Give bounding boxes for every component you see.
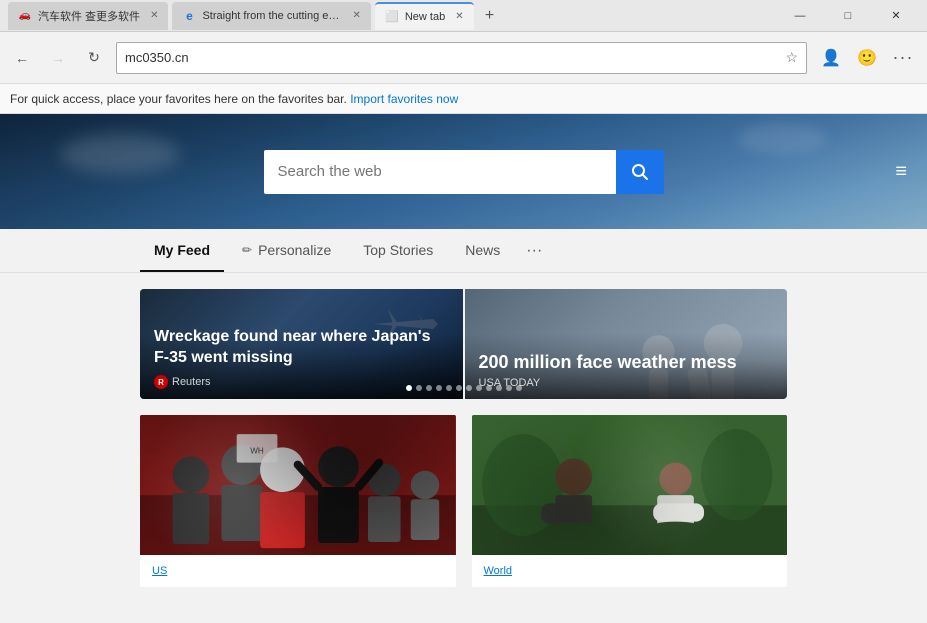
address-icons: ☆ xyxy=(785,49,798,66)
dot-1[interactable] xyxy=(406,385,412,391)
minimize-button[interactable]: — xyxy=(777,0,823,32)
tab-2[interactable]: e Straight from the cutting edge ✕ xyxy=(172,2,370,30)
featured-card-left[interactable]: Wreckage found near where Japan's F-35 w… xyxy=(140,289,463,399)
tab-news[interactable]: News xyxy=(451,229,514,272)
tab-1-favicon: 🚗 xyxy=(18,9,32,23)
my-feed-label: My Feed xyxy=(154,242,210,258)
maximize-button[interactable]: □ xyxy=(825,0,871,32)
tab-1-close[interactable]: ✕ xyxy=(150,10,158,21)
feed-more-button[interactable]: ··· xyxy=(518,242,550,260)
hero-section: ≡ xyxy=(0,114,927,229)
title-bar: 🚗 汽车软件 查更多软件 ✕ e Straight from the cutti… xyxy=(0,0,927,32)
emoji-button[interactable]: 🙂 xyxy=(851,42,883,74)
toolbar-icons: 👤 🙂 ··· xyxy=(815,42,919,74)
news-card-1[interactable]: WH xyxy=(140,415,456,587)
tab-top-stories[interactable]: Top Stories xyxy=(349,229,447,272)
new-tab-button[interactable]: + xyxy=(478,4,502,28)
svg-text:WH: WH xyxy=(250,446,264,455)
dot-2[interactable] xyxy=(416,385,422,391)
top-stories-label: Top Stories xyxy=(363,242,433,258)
search-input[interactable] xyxy=(264,150,616,194)
feed-content: Wreckage found near where Japan's F-35 w… xyxy=(0,273,927,603)
dot-8[interactable] xyxy=(476,385,482,391)
personalize-label: Personalize xyxy=(258,242,331,258)
address-input-wrap: ☆ xyxy=(116,42,807,74)
dot-5[interactable] xyxy=(446,385,452,391)
address-input[interactable] xyxy=(125,50,779,65)
dot-12[interactable] xyxy=(516,385,522,391)
news-card-1-body: US xyxy=(140,555,456,587)
tab-my-feed[interactable]: My Feed xyxy=(140,229,224,272)
news-card-2-body: World xyxy=(472,555,788,587)
search-icon xyxy=(631,163,649,181)
reuters-dot: R xyxy=(154,375,168,389)
more-button[interactable]: ··· xyxy=(887,42,919,74)
crowd-scene: WH xyxy=(140,415,456,555)
tab-2-close[interactable]: ✕ xyxy=(352,10,360,21)
left-featured-source: R Reuters xyxy=(154,375,449,389)
news-card-1-image: WH xyxy=(140,415,456,555)
cloud-1 xyxy=(60,134,180,174)
pencil-icon: ✏ xyxy=(242,243,252,257)
featured-carousel[interactable]: Wreckage found near where Japan's F-35 w… xyxy=(140,289,787,399)
right-featured-title: 200 million face weather mess xyxy=(479,352,774,373)
address-bar: ← → ↻ ☆ 👤 🙂 ··· xyxy=(0,32,927,84)
tab-personalize[interactable]: ✏ Personalize xyxy=(228,229,345,272)
right-publisher: USA TODAY xyxy=(479,377,774,389)
news-cards-row: WH xyxy=(140,415,787,587)
left-featured-title: Wreckage found near where Japan's F-35 w… xyxy=(154,327,449,369)
news-card-2-category[interactable]: World xyxy=(484,565,776,577)
tab-2-label: Straight from the cutting edge xyxy=(202,10,342,22)
hero-menu-button[interactable]: ≡ xyxy=(895,160,907,183)
favorites-star-icon[interactable]: ☆ xyxy=(785,49,798,66)
dot-3[interactable] xyxy=(426,385,432,391)
search-button[interactable] xyxy=(616,150,664,194)
dot-9[interactable] xyxy=(486,385,492,391)
favorites-bar-text: For quick access, place your favorites h… xyxy=(10,92,347,106)
tab-2-favicon: e xyxy=(182,9,196,23)
dot-7[interactable] xyxy=(466,385,472,391)
news-card-2-image xyxy=(472,415,788,555)
close-button[interactable]: ✕ xyxy=(873,0,919,32)
tab-3[interactable]: ⬜ New tab ✕ xyxy=(375,2,474,30)
favorites-bar: For quick access, place your favorites h… xyxy=(0,84,927,114)
tab-3-label: New tab xyxy=(405,11,445,23)
tab-strip: 🚗 汽车软件 查更多软件 ✕ e Straight from the cutti… xyxy=(8,2,777,30)
refresh-button[interactable]: ↻ xyxy=(80,44,108,72)
dot-6[interactable] xyxy=(456,385,462,391)
left-source-name: Reuters xyxy=(172,376,211,388)
dot-10[interactable] xyxy=(496,385,502,391)
forward-button[interactable]: → xyxy=(44,44,72,72)
tab-3-favicon: ⬜ xyxy=(385,10,399,24)
tab-1[interactable]: 🚗 汽车软件 查更多软件 ✕ xyxy=(8,2,168,30)
news-label: News xyxy=(465,242,500,258)
cloud-2 xyxy=(737,124,827,154)
feed-tabs: My Feed ✏ Personalize Top Stories News ·… xyxy=(0,229,927,273)
tab-3-close[interactable]: ✕ xyxy=(455,11,463,22)
carousel-dots xyxy=(406,385,522,391)
news-card-1-category[interactable]: US xyxy=(152,565,444,577)
back-button[interactable]: ← xyxy=(8,44,36,72)
news-card-2[interactable]: World xyxy=(472,415,788,587)
search-container xyxy=(264,150,664,194)
tab-1-label: 汽车软件 查更多软件 xyxy=(38,8,140,24)
dot-11[interactable] xyxy=(506,385,512,391)
dot-4[interactable] xyxy=(436,385,442,391)
window-controls: — □ ✕ xyxy=(777,0,919,32)
featured-card-right[interactable]: 200 million face weather mess USA TODAY xyxy=(465,289,788,399)
people-scene xyxy=(472,415,788,555)
profile-button[interactable]: 👤 xyxy=(815,42,847,74)
main-content: My Feed ✏ Personalize Top Stories News ·… xyxy=(0,229,927,623)
import-favorites-link[interactable]: Import favorites now xyxy=(350,92,458,106)
